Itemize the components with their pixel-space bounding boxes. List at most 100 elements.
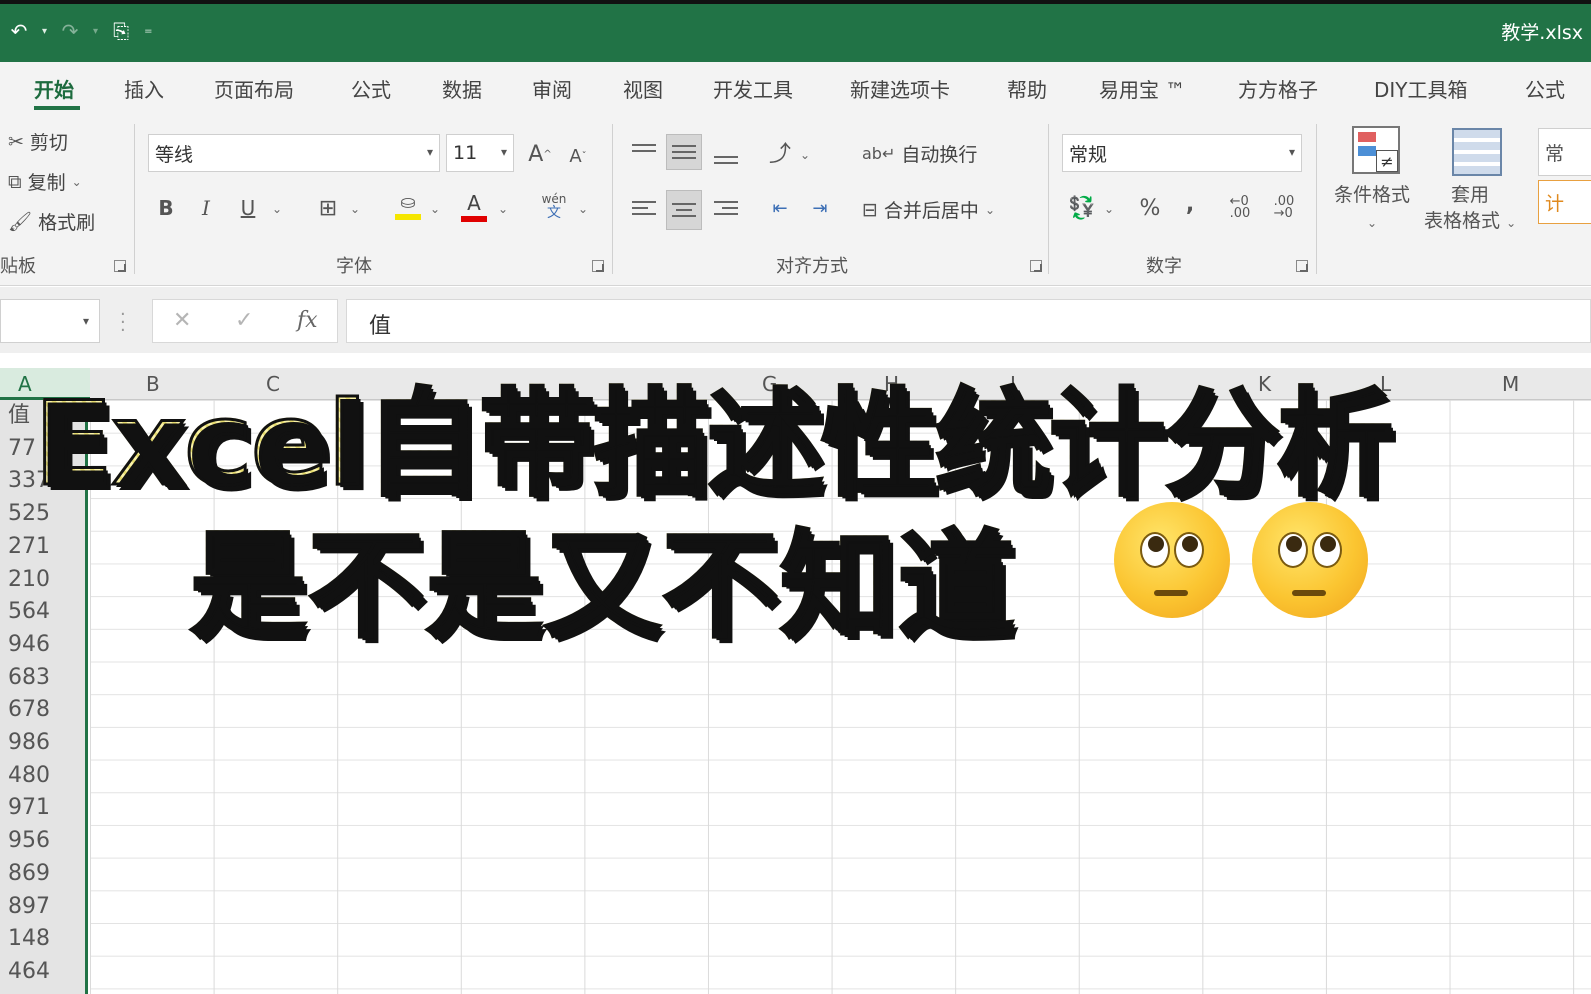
column-header-m[interactable]: M bbox=[1502, 372, 1519, 396]
align-middle-button[interactable] bbox=[666, 134, 702, 170]
align-left-button[interactable] bbox=[626, 190, 662, 226]
formula-input[interactable]: 值 bbox=[346, 299, 1591, 343]
column-a-selected[interactable]: 值 77 337 525 271 210 564 946 683 678 986… bbox=[0, 400, 88, 994]
chevron-down-icon[interactable]: ⌄ bbox=[272, 202, 282, 216]
number-format-combo[interactable]: 常规 ▾ bbox=[1062, 134, 1302, 172]
cell-a14[interactable]: 956 bbox=[8, 825, 50, 858]
tab-home[interactable]: 开始 bbox=[34, 74, 74, 103]
tab-page-layout[interactable]: 页面布局 bbox=[214, 74, 294, 103]
cell-a3[interactable]: 337 bbox=[8, 465, 50, 498]
conditional-format-icon[interactable]: ≠ bbox=[1352, 126, 1400, 174]
tab-formulas[interactable]: 公式 bbox=[351, 74, 391, 103]
cell-a2[interactable]: 77 bbox=[8, 433, 36, 466]
cell-grid[interactable] bbox=[90, 400, 1591, 994]
column-header-l[interactable]: L bbox=[1380, 372, 1391, 396]
decrease-decimal-button[interactable]: .00 →0 bbox=[1266, 190, 1302, 226]
decrease-indent-button[interactable]: ⇤ bbox=[762, 190, 798, 226]
cell-a8[interactable]: 946 bbox=[8, 629, 50, 662]
column-header-g[interactable]: G bbox=[762, 372, 778, 396]
cell-a18[interactable]: 464 bbox=[8, 956, 50, 989]
cell-a1[interactable]: 值 bbox=[8, 400, 30, 433]
column-header-i[interactable]: I bbox=[1010, 372, 1016, 396]
copy-button[interactable]: ⧉ 复制 ⌄ bbox=[8, 168, 82, 195]
cell-a9[interactable]: 683 bbox=[8, 662, 50, 695]
clipboard-launcher-icon[interactable] bbox=[114, 260, 126, 272]
cell-a4[interactable]: 525 bbox=[8, 498, 50, 531]
chevron-down-icon[interactable]: ▾ bbox=[427, 145, 433, 159]
align-bottom-button[interactable] bbox=[708, 142, 744, 178]
fill-color-button[interactable]: ⛀ bbox=[390, 188, 426, 224]
borders-button[interactable]: ⊞ bbox=[310, 190, 346, 226]
cell-style-calc[interactable]: 计 bbox=[1538, 180, 1591, 224]
chevron-down-icon[interactable]: ⌄ bbox=[72, 175, 82, 189]
tab-view[interactable]: 视图 bbox=[623, 74, 663, 103]
column-header-b[interactable]: B bbox=[146, 372, 160, 396]
font-color-button[interactable]: A bbox=[456, 188, 492, 224]
align-right-button[interactable] bbox=[708, 190, 744, 226]
column-header-a[interactable]: A bbox=[0, 368, 90, 400]
comma-style-button[interactable]: , bbox=[1172, 186, 1208, 222]
undo-icon[interactable]: ↶ bbox=[6, 18, 32, 44]
italic-button[interactable]: I bbox=[188, 190, 224, 226]
cell-a11[interactable]: 986 bbox=[8, 727, 50, 760]
tab-help[interactable]: 帮助 bbox=[1007, 74, 1047, 103]
tab-fangfanggezi[interactable]: 方方格子 bbox=[1238, 74, 1318, 103]
tab-insert[interactable]: 插入 bbox=[124, 74, 164, 103]
tab-diy-toolbox[interactable]: DIY工具箱 bbox=[1374, 74, 1468, 103]
column-header-c[interactable]: C bbox=[266, 372, 280, 396]
cell-a10[interactable]: 678 bbox=[8, 694, 50, 727]
cell-a13[interactable]: 971 bbox=[8, 792, 50, 825]
font-size-combo[interactable]: 11 ▾ bbox=[446, 134, 514, 172]
bold-button[interactable]: B bbox=[148, 190, 184, 226]
redo-dropdown-icon[interactable]: ▾ bbox=[93, 26, 98, 37]
insert-function-icon[interactable]: fx bbox=[297, 308, 318, 333]
chevron-down-icon[interactable]: ⌄ bbox=[800, 148, 810, 162]
merge-center-button[interactable]: ⊟ 合并后居中 ⌄ bbox=[862, 196, 995, 223]
cell-a16[interactable]: 897 bbox=[8, 891, 50, 924]
decrease-font-size-button[interactable]: Aˇ bbox=[560, 138, 596, 174]
tab-review[interactable]: 审阅 bbox=[532, 74, 572, 103]
format-as-table-button[interactable]: 套用 表格格式 ⌄ bbox=[1424, 182, 1516, 236]
increase-font-size-button[interactable]: A ^ bbox=[522, 136, 558, 172]
chevron-down-icon[interactable]: ⌄ bbox=[985, 203, 995, 217]
tab-new-tab[interactable]: 新建选项卡 bbox=[850, 74, 950, 103]
formula-bar-grip-icon[interactable]: · · · bbox=[120, 306, 126, 340]
cell-a17[interactable]: 148 bbox=[8, 923, 50, 956]
conditional-format-button[interactable]: 条件格式 ⌄ bbox=[1334, 182, 1410, 236]
tab-developer[interactable]: 开发工具 bbox=[713, 74, 793, 103]
cancel-entry-icon[interactable]: ✕ bbox=[173, 308, 191, 333]
touch-mode-icon[interactable]: ⎘ bbox=[108, 18, 134, 44]
increase-decimal-button[interactable]: ←0.00 bbox=[1222, 190, 1258, 226]
cut-button[interactable]: ✂ 剪切 bbox=[8, 128, 68, 155]
number-launcher-icon[interactable] bbox=[1296, 260, 1308, 272]
font-launcher-icon[interactable] bbox=[592, 260, 604, 272]
underline-button[interactable]: U bbox=[230, 190, 266, 226]
name-box[interactable]: ▾ bbox=[0, 299, 100, 343]
font-name-combo[interactable]: 等线 ▾ bbox=[148, 134, 440, 172]
column-header-h[interactable]: H bbox=[884, 372, 899, 396]
phonetic-guide-button[interactable]: wén 文 bbox=[536, 188, 572, 224]
chevron-down-icon[interactable]: ▾ bbox=[1289, 145, 1295, 159]
tab-data[interactable]: 数据 bbox=[442, 74, 482, 103]
chevron-down-icon[interactable]: ⌄ bbox=[430, 202, 440, 216]
cell-a12[interactable]: 480 bbox=[8, 760, 50, 793]
tab-yiyongbao[interactable]: 易用宝 ™ bbox=[1099, 74, 1185, 103]
confirm-entry-icon[interactable]: ✓ bbox=[235, 308, 253, 333]
chevron-down-icon[interactable]: ⌄ bbox=[350, 202, 360, 216]
align-top-button[interactable] bbox=[626, 130, 662, 166]
cell-a6[interactable]: 210 bbox=[8, 564, 50, 597]
chevron-down-icon[interactable]: ▾ bbox=[83, 314, 89, 328]
cell-a7[interactable]: 564 bbox=[8, 596, 50, 629]
alignment-launcher-icon[interactable] bbox=[1030, 260, 1042, 272]
chevron-down-icon[interactable]: ▾ bbox=[501, 145, 507, 159]
accounting-format-button[interactable]: 💱 bbox=[1064, 190, 1100, 226]
cell-a15[interactable]: 869 bbox=[8, 858, 50, 891]
align-center-button[interactable] bbox=[666, 190, 702, 230]
cell-style-normal[interactable]: 常 bbox=[1538, 128, 1591, 176]
undo-dropdown-icon[interactable]: ▾ bbox=[42, 26, 47, 37]
cell-a5[interactable]: 271 bbox=[8, 531, 50, 564]
increase-indent-button[interactable]: ⇥ bbox=[802, 190, 838, 226]
chevron-down-icon[interactable]: ⌄ bbox=[578, 202, 588, 216]
tab-formulas-2[interactable]: 公式 bbox=[1525, 74, 1565, 103]
column-header-k[interactable]: K bbox=[1258, 372, 1271, 396]
